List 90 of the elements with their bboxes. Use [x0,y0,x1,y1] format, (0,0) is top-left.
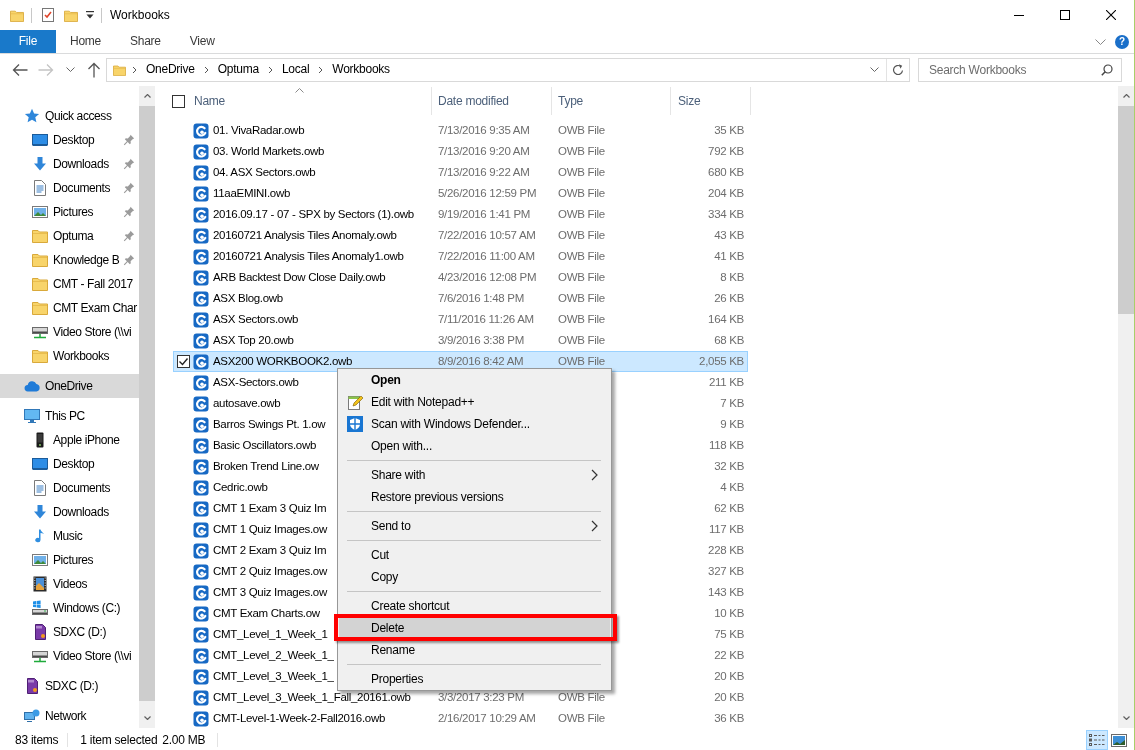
file-size: 62 KB [714,502,744,514]
file-name: Basic Oscillators.owb [213,439,316,451]
file-name: 01. VivaRadar.owb [213,124,305,136]
file-type: OWB File [558,187,605,199]
file-name: CMT 1 Quiz Images.ow [213,523,327,535]
file-name: CMT 3 Quiz Images.ow [213,586,327,598]
modified-date: 9/19/2016 1:41 PM [438,208,531,220]
modified-date: 4/23/2016 12:08 PM [438,271,537,283]
file-type: OWB File [558,313,605,325]
selection-count: 1 item selected [80,732,158,748]
file-size: 7 KB [720,397,744,409]
file-size: 164 KB [708,313,744,325]
file-type: OWB File [558,208,605,220]
file-name: Broken Trend Line.ow [213,460,319,472]
file-size: 4 KB [720,481,744,493]
file-name: CMT 1 Exam 3 Quiz Im [213,502,327,514]
file-type: OWB File [558,691,605,703]
file-name: Cedric.owb [213,481,268,493]
file-size: 36 KB [714,712,744,724]
file-name: autosave.owb [213,397,281,409]
file-size: 9 KB [720,418,744,430]
item-count: 83 items [15,732,59,748]
file-name: 20160721 Analysis Tiles Anomaly1.owb [213,250,404,262]
file-size: 143 KB [708,586,744,598]
file-type: OWB File [558,334,605,346]
file-type: OWB File [558,250,605,262]
file-name: ASX Top 20.owb [213,334,294,346]
file-size: 26 KB [714,292,744,304]
modified-date: 5/26/2016 12:59 PM [438,187,537,199]
modified-date: 7/13/2016 9:35 AM [438,124,530,136]
modified-date: 8/9/2016 8:42 AM [438,355,524,367]
file-name: CMT_Level_1_Week_1 [213,628,328,640]
modified-date: 3/9/2016 3:38 PM [438,334,524,346]
file-name: CMT Exam Charts.ow [213,607,320,619]
file-name: CMT_Level_3_Week_1_ [213,670,334,682]
file-type: OWB File [558,292,605,304]
file-name: ASX-Sectors.owb [213,376,299,388]
window-title: Workbooks [110,7,170,23]
file-name: Barros Swings Pt. 1.ow [213,418,326,430]
modified-date: 7/22/2016 11:00 AM [438,250,535,262]
file-type: OWB File [558,271,605,283]
file-size: 204 KB [708,187,744,199]
file-name: 20160721 Analysis Tiles Anomaly.owb [213,229,397,241]
file-size: 41 KB [714,250,744,262]
file-size: 8 KB [720,271,744,283]
file-size: 20 KB [714,691,744,703]
file-size: 32 KB [714,460,744,472]
file-type: OWB File [558,166,605,178]
file-name: 11aaEMINI.owb [213,187,291,199]
file-name: ARB Backtest Dow Close Daily.owb [213,271,386,283]
modified-date: 2/16/2017 10:29 AM [438,712,536,724]
file-type: OWB File [558,355,605,367]
file-size: 792 KB [708,145,744,157]
file-name: ASX Blog.owb [213,292,283,304]
file-size: 35 KB [714,124,744,136]
modified-date: 3/3/2017 3:23 PM [438,691,524,703]
file-name: ASX200 WORKBOOK2.owb [213,355,353,367]
file-size: 334 KB [708,208,744,220]
file-size: 10 KB [714,607,744,619]
modified-date: 7/6/2016 1:48 PM [438,292,524,304]
file-name: ASX Sectors.owb [213,313,298,325]
file-size: 327 KB [708,565,744,577]
file-size: 75 KB [714,628,744,640]
file-size: 228 KB [708,544,744,556]
file-type: OWB File [558,712,605,724]
file-name: 04. ASX Sectors.owb [213,166,316,178]
file-name: CMT_Level_3_Week_1_Fall_20161.owb [213,691,411,703]
file-name: CMT_Level_2_Week_1_ [213,649,334,661]
file-name: 2016.09.17 - 07 - SPX by Sectors (1).owb [213,208,414,220]
file-size: 680 KB [708,166,744,178]
selection-size: 2.00 MB [162,732,206,748]
file-name: CMT 2 Exam 3 Quiz Im [213,544,327,556]
file-size: 2,055 KB [699,355,744,367]
file-type: OWB File [558,229,605,241]
file-name: 03. World Markets.owb [213,145,325,157]
modified-date: 7/13/2016 9:20 AM [438,145,530,157]
file-size: 68 KB [714,334,744,346]
file-name: CMT-Level-1-Week-2-Fall2016.owb [213,712,385,724]
file-name: CMT 2 Quiz Images.ow [213,565,327,577]
file-size: 43 KB [714,229,744,241]
file-type: OWB File [558,124,605,136]
modified-date: 7/13/2016 9:22 AM [438,166,530,178]
modified-date: 7/11/2016 11:26 AM [438,313,534,325]
file-size: 211 KB [708,376,744,388]
modified-date: 7/22/2016 10:57 AM [438,229,536,241]
file-type: OWB File [558,145,605,157]
file-size: 22 KB [714,649,744,661]
file-size: 20 KB [714,670,744,682]
file-size: 117 KB [708,523,744,535]
file-size: 118 KB [708,439,744,451]
